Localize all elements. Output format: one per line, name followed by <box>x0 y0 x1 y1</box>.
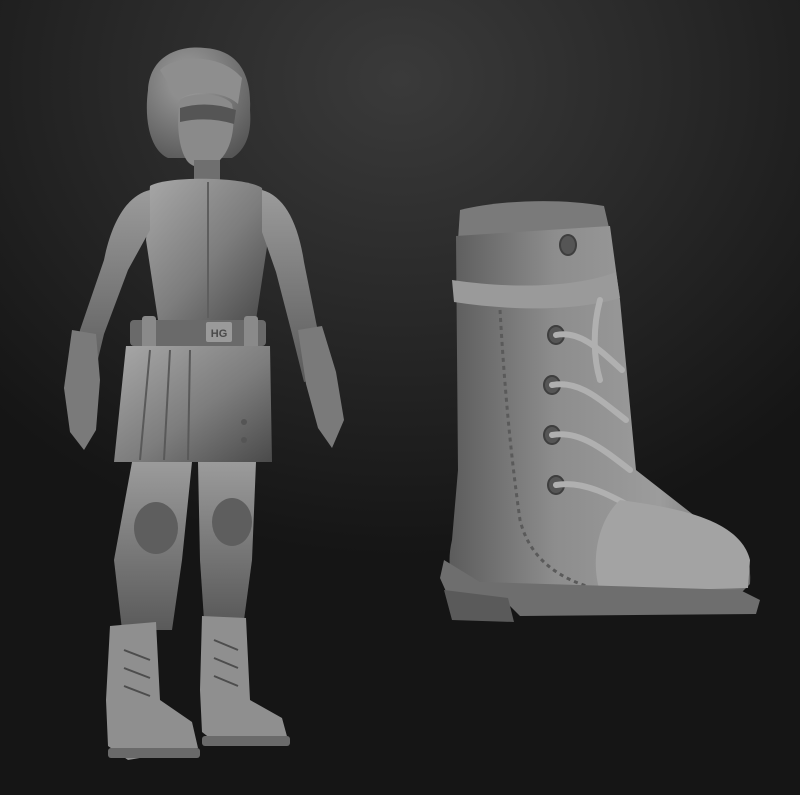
neck <box>194 160 220 182</box>
belt-buckle-text: HG <box>211 328 228 340</box>
right-knee-pad <box>212 498 252 546</box>
sculpted-girl-figure: HG <box>64 47 344 760</box>
left-boot <box>106 622 198 760</box>
sculpt-render: HG <box>64 47 760 760</box>
left-knee-pad <box>134 502 178 554</box>
sculpted-boot-closeup <box>440 201 760 622</box>
render-viewport: HG <box>0 0 800 795</box>
left-glove <box>64 330 100 450</box>
pleated-skirt <box>114 346 272 462</box>
right-glove <box>298 326 344 448</box>
right-boot <box>200 616 288 746</box>
boot-toe <box>595 500 750 592</box>
